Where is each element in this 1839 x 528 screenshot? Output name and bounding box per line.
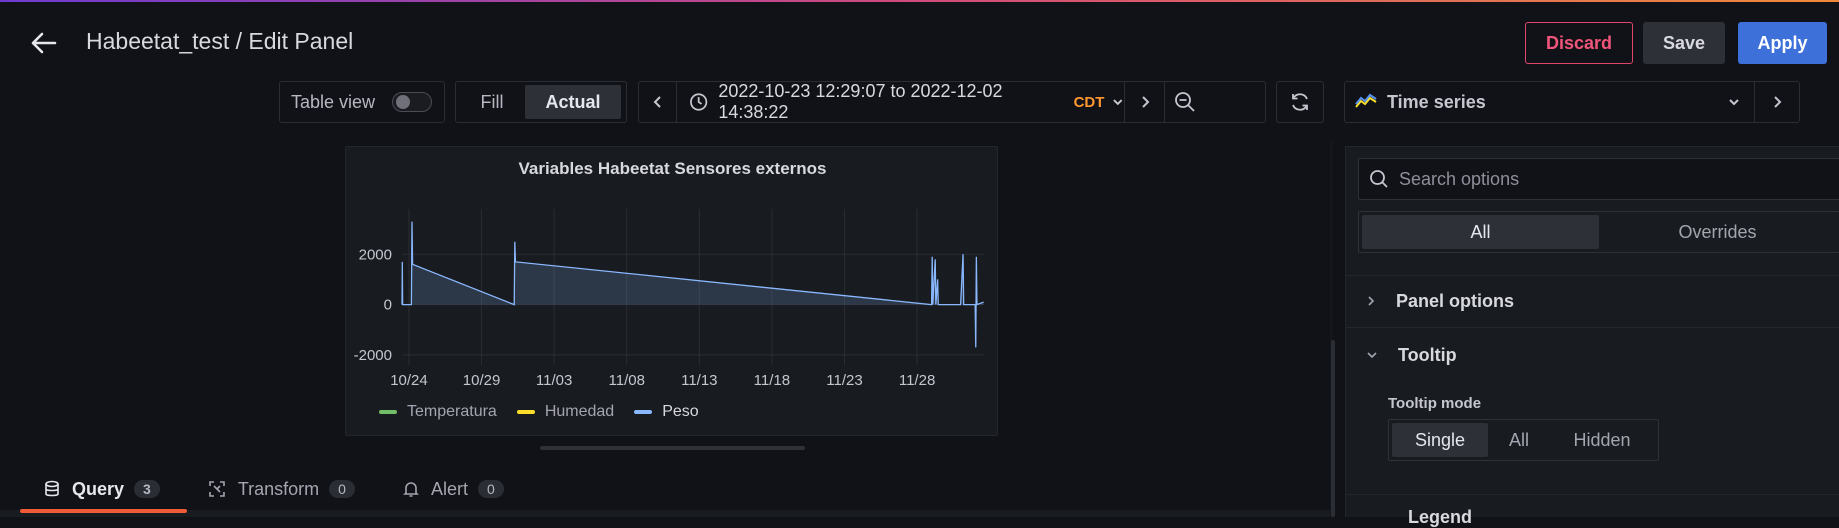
fill-actual-group: Fill Actual [455,81,627,123]
discard-button[interactable]: Discard [1525,22,1633,64]
panel-resize-handle[interactable] [540,446,805,450]
search-icon [1370,170,1388,188]
editor-tabs: Query 3 Transform 0 Alert 0 [20,470,528,517]
actual-option[interactable]: Actual [525,85,621,119]
search-options-box [1358,158,1839,200]
timezone-label: CDT [1073,93,1105,111]
visualization-picker: Time series [1344,81,1800,123]
database-icon [45,480,59,497]
chevron-down-icon [1729,99,1739,106]
visualization-type-label: Time series [1387,91,1486,112]
section-title: Panel options [1396,290,1515,311]
overrides-option[interactable]: Overrides [1599,215,1836,249]
x-tick-label: 11/23 [826,372,862,389]
transform-icon [209,481,225,497]
zoom-out-button[interactable] [1165,82,1205,122]
divider [1346,494,1839,495]
fill-option[interactable]: Fill [459,85,525,119]
time-range-picker[interactable]: 2022-10-23 12:29:07 to 2022-12-02 14:38:… [677,81,1125,122]
tab-transform[interactable]: Transform 0 [184,470,379,508]
divider [1346,275,1839,276]
section-legend[interactable]: Legend [1408,507,1472,528]
refresh-button[interactable] [1276,81,1324,123]
page-title: Habeetat_test / Edit Panel [86,28,354,54]
series-area [402,221,984,348]
section-panel-options[interactable]: Panel options [1346,281,1839,321]
y-tick-label: -2000 [354,347,392,364]
legend-label: Humedad [544,403,615,420]
chart-title: Variables Habeetat Sensores externos [518,159,827,178]
legend-swatch [516,410,535,414]
time-forward-button[interactable] [1125,82,1165,122]
divider [1346,327,1839,328]
chevron-down-icon [1367,352,1377,359]
x-tick-label: 11/13 [681,372,717,389]
x-tick-label: 10/29 [463,372,501,389]
chevron-down-icon [1113,99,1123,106]
tab-label: Transform [237,478,320,499]
y-tick-label: 2000 [359,246,392,263]
switch-knob [396,95,410,109]
arrow-left-icon [31,32,57,54]
visualization-type-select[interactable]: Time series [1345,82,1755,122]
legend-swatch [379,410,397,414]
search-options-input[interactable] [1399,168,1819,190]
tab-alert[interactable]: Alert 0 [379,470,528,508]
save-button[interactable]: Save [1643,22,1725,64]
tab-label: Alert [430,478,468,499]
x-tick-label: 10/24 [390,372,428,389]
tooltip-mode-single[interactable]: Single [1392,423,1488,457]
legend-label: Temperatura [407,403,497,420]
back-button[interactable] [24,26,64,60]
chevron-right-icon [1368,296,1375,306]
time-series-icon [1355,93,1377,108]
clock-icon [690,93,708,111]
chevron-right-icon [1774,96,1782,108]
tooltip-mode-radio: Single All Hidden [1388,419,1659,461]
tooltip-mode-hidden[interactable]: Hidden [1550,423,1654,457]
chart-legend: Temperatura Humedad Peso [379,403,719,421]
time-range-text: 2022-10-23 12:29:07 to 2022-12-02 14:38:… [718,81,1003,122]
tooltip-mode-all[interactable]: All [1488,423,1550,457]
tab-query[interactable]: Query 3 [20,470,187,513]
legend-swatch [634,410,653,414]
tab-count: 3 [134,480,160,498]
page-header: Habeetat_test / Edit Panel Discard Save … [0,2,1839,78]
legend-label: Peso [662,403,699,420]
all-option[interactable]: All [1362,215,1599,249]
x-tick-label: 11/03 [536,372,572,389]
x-tick-label: 11/18 [754,372,790,389]
tab-count: 0 [477,480,504,498]
time-back-button[interactable] [639,82,677,122]
vertical-splitter-handle[interactable] [1331,340,1335,517]
chevron-right-icon [1141,96,1149,108]
chart-panel: 10/24 10/29 11/03 11/08 11/13 11/18 11/23 11/28… [345,146,998,436]
table-view-label: Table view [291,91,376,112]
table-view-switch[interactable] [392,92,432,112]
active-tab-indicator [20,509,187,513]
legend-item[interactable]: Peso [634,403,699,421]
tooltip-mode-label: Tooltip mode [1388,395,1482,412]
x-tick-label: 11/08 [609,372,645,389]
tab-count: 0 [329,480,355,498]
legend-item[interactable]: Temperatura [379,403,497,421]
legend-item[interactable]: Humedad [516,403,615,421]
apply-button[interactable]: Apply [1738,22,1827,64]
x-tick-label: 11/28 [899,372,935,389]
y-tick-label: 0 [384,297,392,314]
section-title: Tooltip [1398,344,1457,365]
collapse-options-button[interactable] [1755,95,1799,109]
tab-label: Query [72,478,125,499]
table-view-toggle-group: Table view [279,81,445,123]
time-picker-group: 2022-10-23 12:29:07 to 2022-12-02 14:38:… [638,81,1266,123]
zoom-out-icon [1175,92,1195,112]
refresh-icon [1292,93,1308,111]
options-pane: All Overrides Panel options Tooltip Tool… [1345,146,1839,527]
time-series-chart[interactable]: 10/24 10/29 11/03 11/08 11/13 11/18 11/23 11/28… [346,147,999,397]
all-overrides-switch: All Overrides [1358,211,1839,253]
bell-icon [403,482,419,497]
section-tooltip[interactable]: Tooltip [1346,335,1839,375]
chevron-left-icon [653,96,661,108]
